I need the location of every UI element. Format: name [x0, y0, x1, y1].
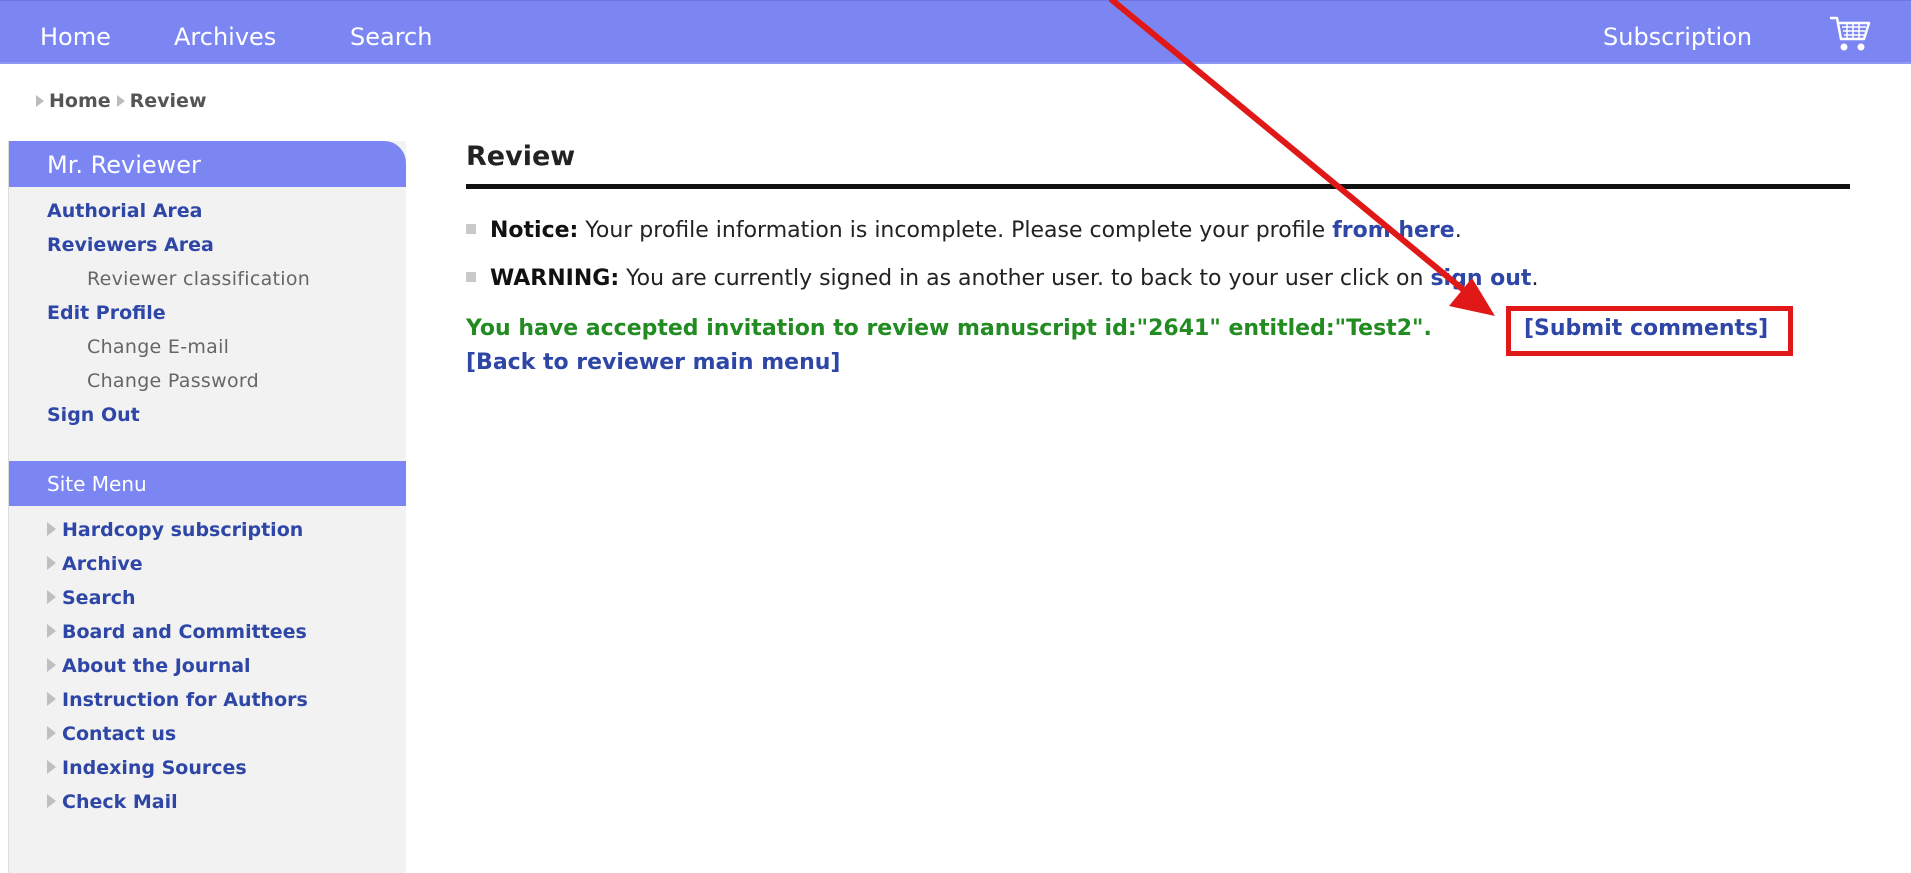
- breadcrumb-home[interactable]: Home: [49, 90, 111, 112]
- site-menu-item-search[interactable]: Search: [47, 581, 397, 615]
- menu-arrow-icon: [47, 522, 56, 536]
- site-menu-item-label: Search: [62, 587, 136, 609]
- site-menu-item-instruction-for-authors[interactable]: Instruction for Authors: [47, 683, 397, 717]
- site-menu-item-hardcopy-subscription[interactable]: Hardcopy subscription: [47, 513, 397, 547]
- nav-archives-link[interactable]: Archives: [174, 23, 276, 51]
- user-menu: Authorial Area Reviewers Area Reviewer c…: [47, 194, 397, 432]
- bullet-icon: [466, 224, 476, 234]
- site-menu-item-check-mail[interactable]: Check Mail: [47, 785, 397, 819]
- nav-subscription-link[interactable]: Subscription: [1603, 23, 1752, 51]
- breadcrumb-review[interactable]: Review: [130, 90, 207, 112]
- menu-sign-out[interactable]: Sign Out: [47, 398, 397, 432]
- site-menu-item-about-the-journal[interactable]: About the Journal: [47, 649, 397, 683]
- notice-message: Notice: Your profile information is inco…: [466, 216, 1462, 246]
- site-menu-item-label: About the Journal: [62, 655, 251, 677]
- bullet-icon: [466, 272, 476, 282]
- site-menu-item-label: Archive: [62, 553, 143, 575]
- complete-profile-link[interactable]: from here: [1332, 218, 1454, 243]
- shopping-cart-icon[interactable]: [1828, 15, 1872, 55]
- menu-arrow-icon: [47, 692, 56, 706]
- left-sidebar: Mr. Reviewer Authorial Area Reviewers Ar…: [8, 141, 406, 873]
- site-menu-item-label: Board and Committees: [62, 621, 307, 643]
- site-menu-item-label: Hardcopy subscription: [62, 519, 304, 541]
- notice-text: Your profile information is incomplete. …: [578, 218, 1333, 243]
- menu-arrow-icon: [47, 760, 56, 774]
- top-navigation-bar: Home Archives Search Subscription: [0, 0, 1911, 64]
- site-menu-item-label: Check Mail: [62, 791, 178, 813]
- breadcrumb-arrow-icon: [36, 95, 44, 107]
- user-panel-title: Mr. Reviewer: [47, 151, 201, 179]
- site-menu-item-label: Contact us: [62, 723, 177, 745]
- menu-arrow-icon: [47, 658, 56, 672]
- breadcrumb-arrow-icon: [116, 95, 125, 107]
- annotation-highlight-box: [1506, 306, 1793, 356]
- page-title: Review: [466, 140, 1850, 189]
- breadcrumb: Home Review: [36, 89, 213, 113]
- site-menu-title: Site Menu: [47, 472, 147, 496]
- menu-authorial-area[interactable]: Authorial Area: [47, 194, 397, 228]
- site-menu-item-label: Indexing Sources: [62, 757, 247, 779]
- warning-text: You are currently signed in as another u…: [619, 266, 1431, 291]
- nav-home-link[interactable]: Home: [40, 23, 111, 51]
- notice-end: .: [1454, 218, 1462, 243]
- back-to-reviewer-menu-link[interactable]: [Back to reviewer main menu]: [466, 348, 840, 378]
- site-menu-item-label: Instruction for Authors: [62, 689, 308, 711]
- site-menu-item-board-and-committees[interactable]: Board and Committees: [47, 615, 397, 649]
- menu-change-email[interactable]: Change E-mail: [47, 330, 397, 364]
- menu-arrow-icon: [47, 726, 56, 740]
- site-menu-item-archive[interactable]: Archive: [47, 547, 397, 581]
- user-panel-header: Mr. Reviewer: [9, 141, 406, 187]
- site-menu-item-contact-us[interactable]: Contact us: [47, 717, 397, 751]
- menu-reviewers-area[interactable]: Reviewers Area: [47, 228, 397, 262]
- menu-arrow-icon: [47, 794, 56, 808]
- site-menu-header: Site Menu: [9, 461, 406, 506]
- main-content: Review Notice: Your profile information …: [466, 140, 1850, 375]
- warning-label: WARNING:: [490, 266, 620, 291]
- warning-message: WARNING: You are currently signed in as …: [466, 264, 1538, 294]
- invitation-accepted-message: You have accepted invitation to review m…: [466, 316, 1432, 341]
- menu-arrow-icon: [47, 590, 56, 604]
- site-menu: Hardcopy subscription Archive Search Boa…: [47, 513, 397, 819]
- menu-edit-profile[interactable]: Edit Profile: [47, 296, 397, 330]
- sign-out-link[interactable]: sign out: [1430, 266, 1531, 291]
- menu-arrow-icon: [47, 624, 56, 638]
- nav-search-link[interactable]: Search: [350, 23, 432, 51]
- menu-arrow-icon: [47, 556, 56, 570]
- notice-label: Notice:: [490, 218, 579, 243]
- menu-reviewer-classification[interactable]: Reviewer classification: [47, 262, 397, 296]
- menu-change-password[interactable]: Change Password: [47, 364, 397, 398]
- site-menu-item-indexing-sources[interactable]: Indexing Sources: [47, 751, 397, 785]
- warning-end: .: [1531, 266, 1539, 291]
